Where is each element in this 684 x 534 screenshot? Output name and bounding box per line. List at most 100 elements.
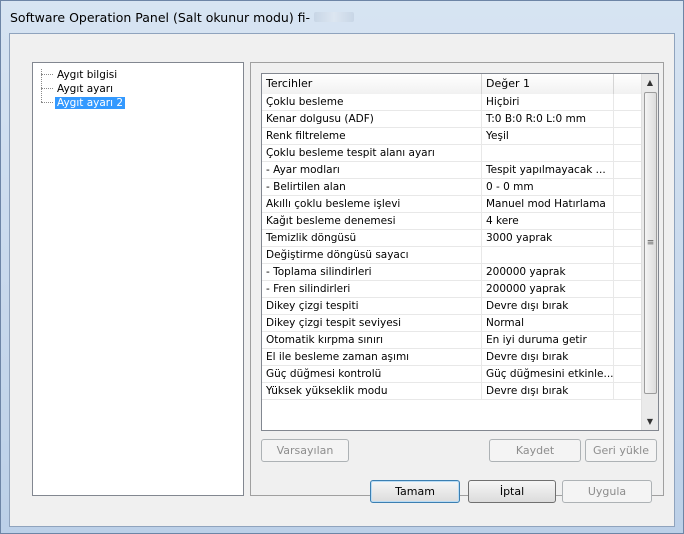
table-row[interactable]: El ile besleme zaman aşımı Devre dışı bır… [262,349,642,366]
vertical-scrollbar[interactable]: ▲ ≡ ▼ [641,74,658,430]
tree-item-label: Aygıt bilgisi [57,68,118,81]
preference-name-cell: Çoklu besleme tespit alanı ayarı [262,145,482,162]
scroll-down-arrow-icon[interactable]: ▼ [642,413,658,430]
table-row[interactable]: Yüksek yükseklik modu Devre dışı bırak [262,383,642,400]
table-row[interactable]: Değiştirme döngüsü sayacı [262,247,642,264]
client-area: Aygıt bilgisi Aygıt ayarı Aygıt ayarı 2 … [9,33,675,527]
table-row[interactable]: - Ayar modları Tespit yapılmayacak ... [262,162,642,179]
title-bar: Software Operation Panel (Salt okunur mo… [1,1,683,33]
preference-value-cell[interactable]: Hiçbiri [482,94,614,111]
preference-value-cell[interactable]: Normal [482,315,614,332]
preference-value-cell[interactable]: 200000 yaprak [482,264,614,281]
preference-name-cell: Dikey çizgi tespit seviyesi [262,315,482,332]
preference-name-cell: - Belirtilen alan [262,179,482,196]
table-row[interactable]: Dikey çizgi tespit seviyesi Normal [262,315,642,332]
empty-cell [614,366,642,383]
preference-name-cell: El ile besleme zaman aşımı [262,349,482,366]
preference-name-cell: Akıllı çoklu besleme işlevi [262,196,482,213]
preference-value-cell[interactable]: Devre dışı bırak [482,383,614,400]
preference-value-cell[interactable] [482,247,614,264]
table-row[interactable]: Otomatik kırpma sınırı En iyi duruma geti… [262,332,642,349]
table-row[interactable]: Güç düğmesi kontrolü Güç düğmesini etkinl… [262,366,642,383]
table-row[interactable]: Renk filtreleme Yeşil [262,128,642,145]
empty-cell [614,145,642,162]
grid-header: Tercihler Değer 1 [262,74,642,94]
tree-branch-line [41,102,53,103]
tree-item-label: Aygıt ayarı [57,82,114,95]
restore-button[interactable]: Geri yükle [585,439,657,462]
table-row[interactable]: Çoklu besleme tespit alanı ayarı [262,145,642,162]
tree-item-device-info[interactable]: Aygıt bilgisi [41,68,119,81]
save-button[interactable]: Kaydet [489,439,581,462]
preference-value-cell[interactable]: 200000 yaprak [482,281,614,298]
preference-name-cell: Temizlik döngüsü [262,230,482,247]
defaults-button[interactable]: Varsayılan [261,439,349,462]
column-header-value[interactable]: Değer 1 [482,74,614,94]
preference-name-cell: Çoklu besleme [262,94,482,111]
preference-name-cell: - Fren silindirleri [262,281,482,298]
empty-cell [614,94,642,111]
preference-value-cell[interactable]: Güç düğmesini etkinle... [482,366,614,383]
empty-cell [614,281,642,298]
table-row[interactable]: - Belirtilen alan 0 - 0 mm [262,179,642,196]
table-row[interactable]: Kenar dolgusu (ADF) T:0 B:0 R:0 L:0 mm [262,111,642,128]
empty-cell [614,111,642,128]
tree-branch-line [41,74,53,75]
table-row[interactable]: - Fren silindirleri 200000 yaprak [262,281,642,298]
preference-value-cell[interactable]: En iyi duruma getir [482,332,614,349]
empty-cell [614,128,642,145]
scroll-thumb[interactable]: ≡ [644,92,657,394]
table-row[interactable]: Temizlik döngüsü 3000 yaprak [262,230,642,247]
tree-item-device-setting-2[interactable]: Aygıt ayarı 2 [41,96,126,109]
table-row[interactable]: Kağıt besleme denemesi 4 kere [262,213,642,230]
scroll-up-arrow-icon[interactable]: ▲ [642,74,658,91]
preferences-grid: Tercihler Değer 1 Çoklu besleme Hiçbiri Ke… [261,73,659,431]
tree-branch-line [41,88,53,89]
preference-name-cell: Kenar dolgusu (ADF) [262,111,482,128]
empty-cell [614,298,642,315]
tree-item-device-setting[interactable]: Aygıt ayarı [41,82,115,95]
preference-value-cell[interactable]: 4 kere [482,213,614,230]
preference-value-cell[interactable]: Devre dışı bırak [482,349,614,366]
preference-value-cell[interactable]: 3000 yaprak [482,230,614,247]
apply-button[interactable]: Uygula [562,480,652,503]
preference-value-cell[interactable]: Tespit yapılmayacak ... [482,162,614,179]
preference-value-cell[interactable] [482,145,614,162]
empty-cell [614,179,642,196]
redacted-model-name [314,12,355,22]
ok-button[interactable]: Tamam [370,480,460,503]
preference-value-cell[interactable]: Devre dışı bırak [482,298,614,315]
empty-cell [614,349,642,366]
empty-cell [614,247,642,264]
preference-name-cell: - Toplama silindirleri [262,264,482,281]
empty-cell [614,162,642,179]
grid-rows: Çoklu besleme Hiçbiri Kenar dolgusu (ADF) T… [262,94,642,400]
table-row[interactable]: Çoklu besleme Hiçbiri [262,94,642,111]
empty-cell [614,230,642,247]
preference-name-cell: Renk filtreleme [262,128,482,145]
preference-value-cell[interactable]: Yeşil [482,128,614,145]
window-title: Software Operation Panel (Salt okunur mo… [10,9,311,25]
preference-name-cell: Değiştirme döngüsü sayacı [262,247,482,264]
preference-name-cell: Yüksek yükseklik modu [262,383,482,400]
empty-cell [614,196,642,213]
tree-item-label: Aygıt ayarı 2 [55,96,126,109]
table-row[interactable]: Akıllı çoklu besleme işlevi Manuel mod Ha… [262,196,642,213]
preference-name-cell: - Ayar modları [262,162,482,179]
app-window: Software Operation Panel (Salt okunur mo… [0,0,684,534]
column-header-preferences[interactable]: Tercihler [262,74,482,94]
table-row[interactable]: Dikey çizgi tespiti Devre dışı bırak [262,298,642,315]
preference-value-cell[interactable]: Manuel mod Hatırlama [482,196,614,213]
column-header-blank[interactable] [614,74,642,94]
preference-name-cell: Kağıt besleme denemesi [262,213,482,230]
settings-tree: Aygıt bilgisi Aygıt ayarı Aygıt ayarı 2 [32,62,244,496]
preference-value-cell[interactable]: T:0 B:0 R:0 L:0 mm [482,111,614,128]
preference-name-cell: Otomatik kırpma sınırı [262,332,482,349]
preference-name-cell: Güç düğmesi kontrolü [262,366,482,383]
table-row[interactable]: - Toplama silindirleri 200000 yaprak [262,264,642,281]
preference-name-cell: Dikey çizgi tespiti [262,298,482,315]
settings-panel: Tercihler Değer 1 Çoklu besleme Hiçbiri Ke… [250,62,664,496]
empty-cell [614,315,642,332]
preference-value-cell[interactable]: 0 - 0 mm [482,179,614,196]
cancel-button[interactable]: İptal [468,480,556,503]
